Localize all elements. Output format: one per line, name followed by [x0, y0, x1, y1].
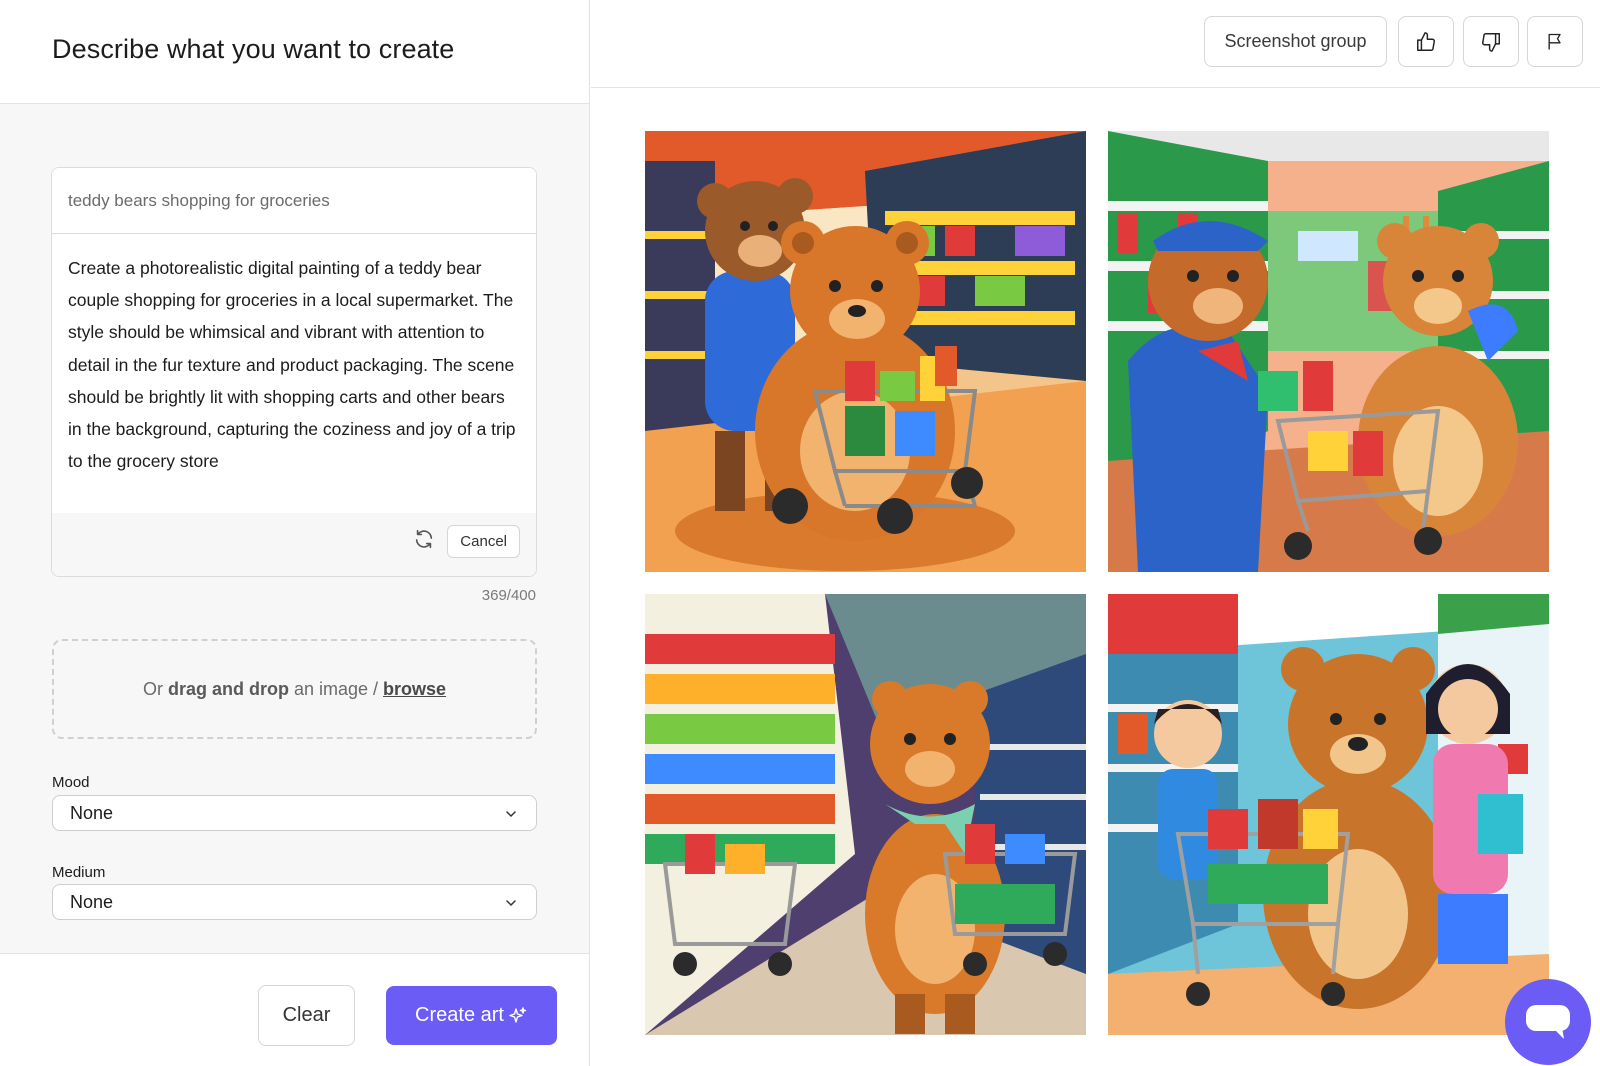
chat-launcher-button[interactable]	[1505, 979, 1591, 1065]
flag-icon	[1548, 33, 1561, 49]
flag-button[interactable]	[1527, 16, 1583, 67]
create-art-button[interactable]: Create art	[386, 986, 557, 1045]
top-bar: Screenshot group	[591, 0, 1600, 88]
create-panel: Describe what you want to create teddy b…	[0, 0, 590, 1066]
bear-children-image	[1108, 594, 1549, 1035]
medium-label: Medium	[52, 864, 106, 881]
dropzone-bold: drag and drop	[167, 678, 289, 699]
bear-scarf-image	[645, 594, 1086, 1035]
enhanced-prompt-text[interactable]: Create a photorealistic digital painting…	[68, 252, 518, 477]
sparkle-icon	[509, 1006, 527, 1023]
chat-icon	[1526, 1005, 1570, 1039]
dropzone-prefix: Or	[142, 678, 163, 699]
image-dropzone[interactable]: Or drag and drop an image / browse	[52, 639, 537, 739]
panel-header: Describe what you want to create	[0, 0, 589, 104]
cancel-button[interactable]: Cancel	[447, 525, 520, 558]
prompt-input[interactable]: teddy bears shopping for groceries	[52, 168, 536, 234]
dropzone-middle: an image /	[288, 678, 384, 699]
prompt-card: teddy bears shopping for groceries Creat…	[51, 167, 537, 577]
screenshot-group-button[interactable]: Screenshot group	[1204, 16, 1387, 67]
panel-footer: Clear Create art	[0, 953, 589, 1066]
browse-link[interactable]: browse	[383, 679, 446, 700]
medium-value: None	[70, 891, 114, 912]
bear-couple-image	[645, 131, 1086, 572]
mood-label: Mood	[52, 774, 90, 791]
refresh-icon	[415, 529, 433, 549]
thumbs-up-icon	[1417, 31, 1435, 51]
mood-value: None	[70, 802, 114, 823]
clear-button[interactable]: Clear	[258, 985, 355, 1046]
chevron-down-icon	[506, 811, 516, 818]
chevron-down-icon	[506, 900, 516, 907]
mood-select[interactable]: None	[52, 795, 537, 831]
generated-image-3[interactable]	[645, 594, 1086, 1035]
char-counter: 369/400	[481, 587, 536, 604]
thumbs-down-icon	[1482, 32, 1500, 52]
thumbs-down-button[interactable]	[1463, 16, 1519, 67]
generated-image-1[interactable]	[645, 131, 1086, 572]
refresh-button[interactable]	[409, 524, 439, 554]
create-art-label: Create art	[415, 1004, 504, 1026]
bear-cashier-image	[1108, 131, 1549, 572]
prompt-input-value: teddy bears shopping for groceries	[68, 190, 330, 210]
generated-image-2[interactable]	[1108, 131, 1549, 572]
medium-select[interactable]: None	[52, 884, 537, 920]
page-title: Describe what you want to create	[52, 34, 455, 64]
generated-image-4[interactable]	[1108, 594, 1549, 1035]
thumbs-up-button[interactable]	[1398, 16, 1454, 67]
